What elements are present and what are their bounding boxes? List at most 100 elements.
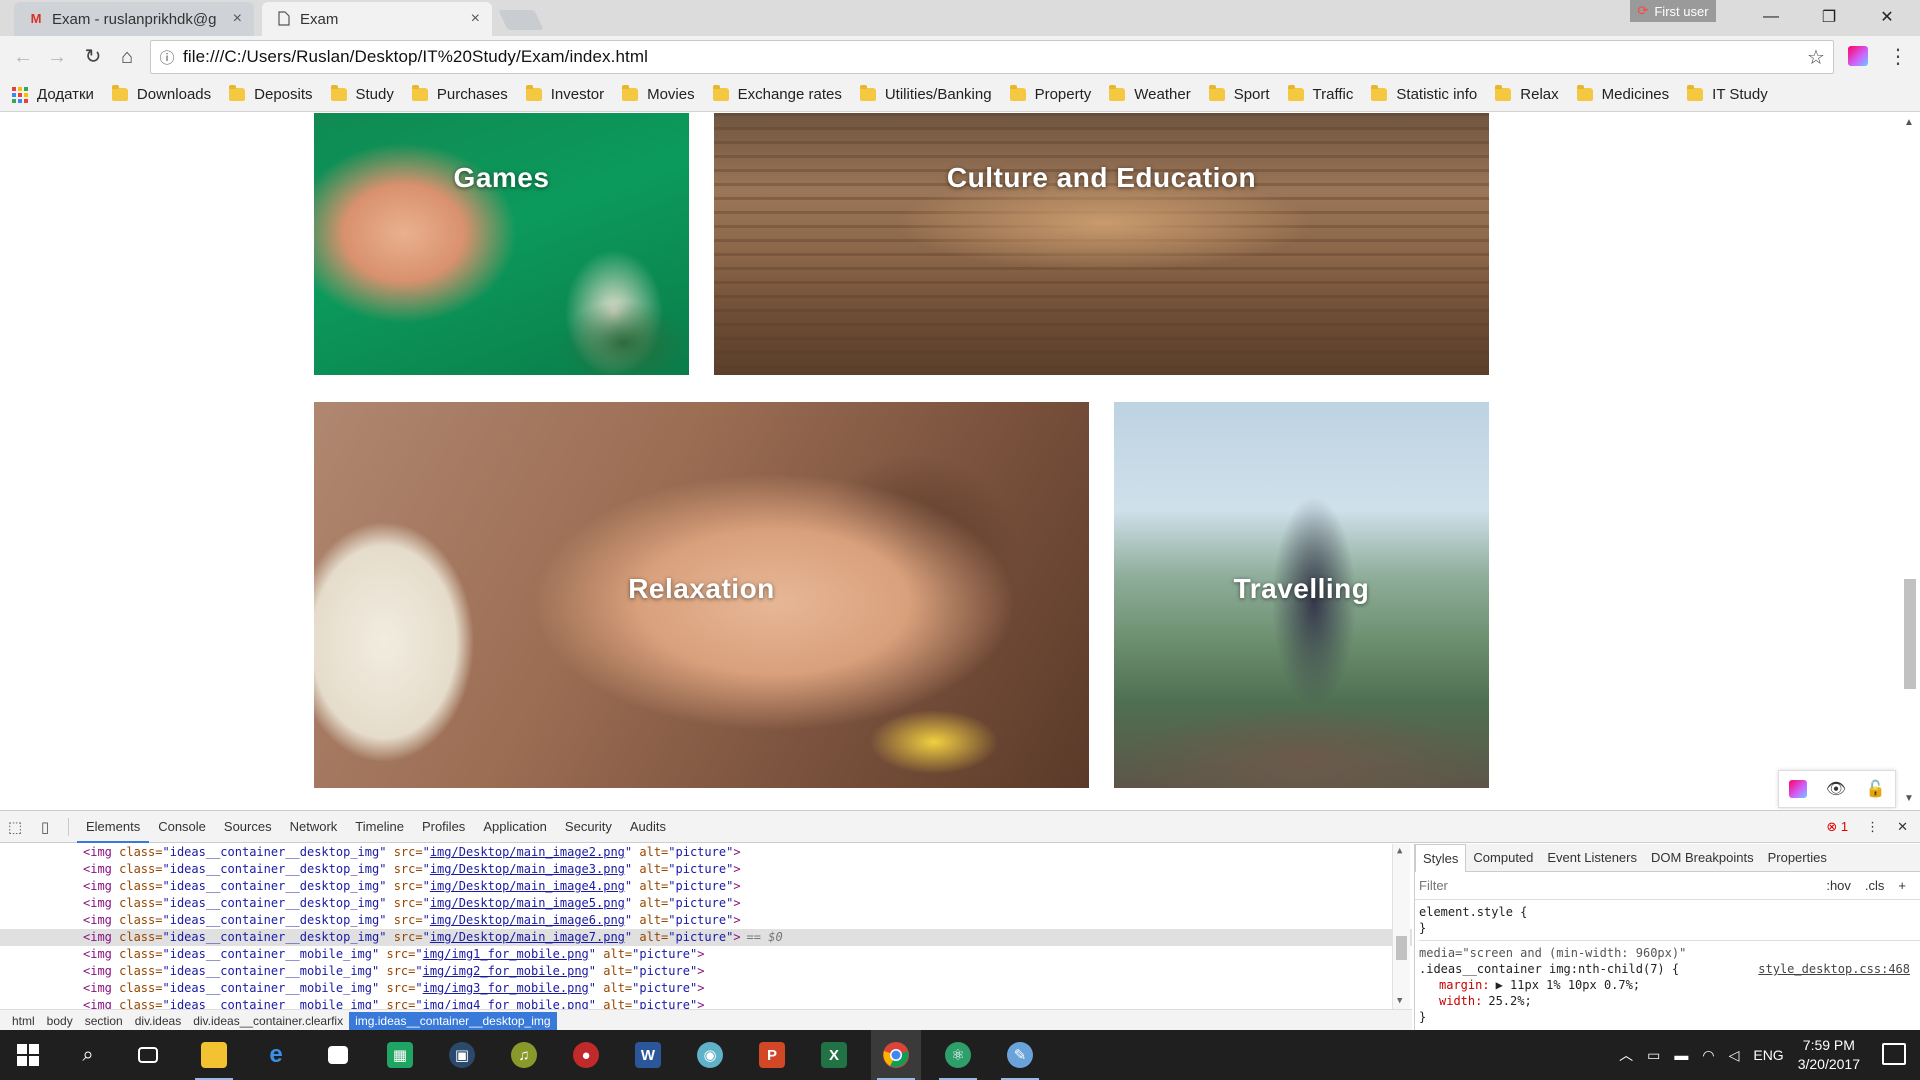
forward-icon[interactable]: → [44, 44, 70, 70]
file-explorer-icon[interactable] [189, 1030, 239, 1080]
devtools-menu-icon[interactable]: ⋮ [1866, 819, 1879, 835]
attr-value-src[interactable]: img/Desktop/main_image2.png [430, 845, 625, 859]
device-toggle-icon[interactable]: ▯ [30, 818, 60, 836]
styles-filter-input[interactable] [1419, 878, 1827, 893]
breadcrumb-item[interactable]: body [41, 1012, 79, 1030]
bookmark-utilities-banking[interactable]: Utilities/Banking [859, 85, 992, 103]
chrome-icon[interactable] [871, 1030, 921, 1080]
close-devtools-icon[interactable]: ✕ [1897, 819, 1908, 835]
task-view-icon[interactable] [123, 1030, 173, 1080]
tab-network[interactable]: Network [281, 811, 347, 843]
breadcrumb-item[interactable]: section [79, 1012, 129, 1030]
dom-node-line[interactable]: <img class="ideas__container__desktop_im… [0, 895, 1412, 912]
store-icon[interactable] [313, 1030, 363, 1080]
new-tab-button[interactable] [498, 10, 544, 30]
elements-tree[interactable]: <img class="ideas__container__desktop_im… [0, 844, 1412, 1009]
elements-scrollbar[interactable]: ▲ ▼ [1392, 844, 1410, 1009]
scroll-thumb[interactable] [1904, 579, 1916, 689]
bookmark-weather[interactable]: Weather [1109, 85, 1191, 103]
start-icon[interactable] [3, 1030, 53, 1080]
card-culture-education[interactable]: Culture and Education [714, 113, 1489, 375]
rule-selector[interactable]: .ideas__container img:nth-child(7) { [1419, 962, 1679, 976]
tab-elements[interactable]: Elements [77, 811, 150, 843]
page-scrollbar[interactable]: ▲ ▼ [1900, 113, 1920, 809]
element-style-rule[interactable]: element.style { [1419, 904, 1920, 920]
attr-value-src[interactable]: img/img3_for_mobile.png [423, 981, 589, 995]
styles-tab-dom-breakpoints[interactable]: DOM Breakpoints [1644, 844, 1761, 872]
bookmark-investor[interactable]: Investor [525, 85, 604, 103]
scroll-thumb[interactable] [1396, 936, 1407, 960]
bookmark-exchange-rates[interactable]: Exchange rates [712, 85, 842, 103]
bookmark-it-study[interactable]: IT Study [1687, 85, 1768, 103]
word-icon[interactable]: W [623, 1030, 673, 1080]
bookmark-movies[interactable]: Movies [622, 85, 695, 103]
url-text[interactable]: file:///C:/Users/Ruslan/Desktop/IT%20Stu… [183, 47, 1799, 67]
extension-icon[interactable] [1788, 780, 1807, 798]
info-icon[interactable]: ⓘ [151, 47, 183, 68]
notifications-icon[interactable] [1882, 1043, 1906, 1065]
paint-icon[interactable]: ✎ [995, 1030, 1045, 1080]
bookmark-traffic[interactable]: Traffic [1287, 85, 1353, 103]
tab-gmail[interactable]: M Exam - ruslanprikhdk@g × [14, 2, 254, 36]
bookmark-sport[interactable]: Sport [1208, 85, 1270, 103]
tab-profiles[interactable]: Profiles [413, 811, 474, 843]
dom-node-line[interactable]: <img class="ideas__container__desktop_im… [0, 844, 1412, 861]
tab-application[interactable]: Application [474, 811, 556, 843]
add-rule-icon[interactable]: + [1898, 878, 1906, 893]
attr-value-src[interactable]: img/Desktop/main_image6.png [430, 913, 625, 927]
bookmark-apps[interactable]: Додатки [12, 86, 94, 103]
css-declaration[interactable]: width: 25.2%; [1419, 993, 1920, 1009]
browser-menu-icon[interactable]: ⋮ [1888, 44, 1908, 69]
sheets-icon[interactable]: ▦ [375, 1030, 425, 1080]
minimize-button[interactable]: — [1742, 0, 1800, 34]
home-icon[interactable]: ⌂ [114, 44, 140, 70]
close-window-button[interactable]: ✕ [1858, 0, 1916, 34]
bookmark-star-icon[interactable]: ☆ [1799, 45, 1833, 70]
itunes-icon[interactable]: ♫ [499, 1030, 549, 1080]
attr-value-src[interactable]: img/img1_for_mobile.png [423, 947, 589, 961]
bookmark-downloads[interactable]: Downloads [111, 85, 211, 103]
bookmark-study[interactable]: Study [330, 85, 394, 103]
scroll-up-icon[interactable]: ▲ [1397, 846, 1402, 856]
bookmark-deposits[interactable]: Deposits [229, 85, 313, 103]
close-tab-icon[interactable]: × [471, 10, 480, 28]
restore-button[interactable]: ❐ [1800, 0, 1858, 34]
reload-icon[interactable]: ↻ [80, 44, 106, 70]
tab-sources[interactable]: Sources [215, 811, 281, 843]
scroll-down-icon[interactable]: ▼ [1397, 996, 1402, 1006]
attr-value-src[interactable]: img/Desktop/main_image3.png [430, 862, 625, 876]
search-icon[interactable]: ⌕ [63, 1030, 113, 1080]
wifi-icon[interactable]: ◠ [1702, 1047, 1714, 1064]
powerpoint-icon[interactable]: P [747, 1030, 797, 1080]
bookmark-medicines[interactable]: Medicines [1576, 85, 1669, 103]
battery-icon[interactable]: ▬ [1674, 1047, 1688, 1063]
tab-timeline[interactable]: Timeline [346, 811, 413, 843]
dom-node-line[interactable]: <img class="ideas__container__mobile_img… [0, 946, 1412, 963]
breadcrumb-item[interactable]: img.ideas__container__desktop_img [349, 1011, 557, 1030]
styles-tab-computed[interactable]: Computed [1466, 844, 1540, 872]
tab-security[interactable]: Security [556, 811, 621, 843]
scroll-up-icon[interactable]: ▲ [1904, 117, 1914, 128]
dom-node-line[interactable]: <img class="ideas__container__desktop_im… [0, 878, 1412, 895]
tab-console[interactable]: Console [149, 811, 215, 843]
media-icon[interactable]: ● [561, 1030, 611, 1080]
close-tab-icon[interactable]: × [233, 10, 242, 28]
atom-icon[interactable]: ⚛ [933, 1030, 983, 1080]
edge-icon[interactable]: e [251, 1030, 301, 1080]
breadcrumb-item[interactable]: div.ideas [129, 1012, 187, 1030]
dom-node-line[interactable]: <img class="ideas__container__desktop_im… [0, 929, 1412, 946]
language-indicator[interactable]: ENG [1753, 1047, 1783, 1063]
attr-value-src[interactable]: img/img4_for_mobile.png [423, 998, 589, 1009]
address-bar[interactable]: ⓘ file:///C:/Users/Ruslan/Desktop/IT%20S… [150, 40, 1834, 74]
attr-value-src[interactable]: img/img2_for_mobile.png [423, 964, 589, 978]
styles-tab-event-listeners[interactable]: Event Listeners [1540, 844, 1644, 872]
dom-node-line[interactable]: <img class="ideas__container__mobile_img… [0, 963, 1412, 980]
tray-overflow-icon[interactable]: ︿ [1619, 1045, 1633, 1065]
extension-icon[interactable] [1848, 46, 1868, 66]
cls-toggle[interactable]: .cls [1865, 878, 1885, 893]
eye-icon[interactable]: 👁 [1826, 779, 1846, 799]
back-icon[interactable]: ← [10, 44, 36, 70]
volume-icon[interactable]: ◁ [1729, 1047, 1740, 1064]
network-status-icon[interactable]: ▭ [1647, 1047, 1660, 1064]
css-declaration[interactable]: margin: ▶ 11px 1% 10px 0.7%; [1419, 977, 1920, 993]
